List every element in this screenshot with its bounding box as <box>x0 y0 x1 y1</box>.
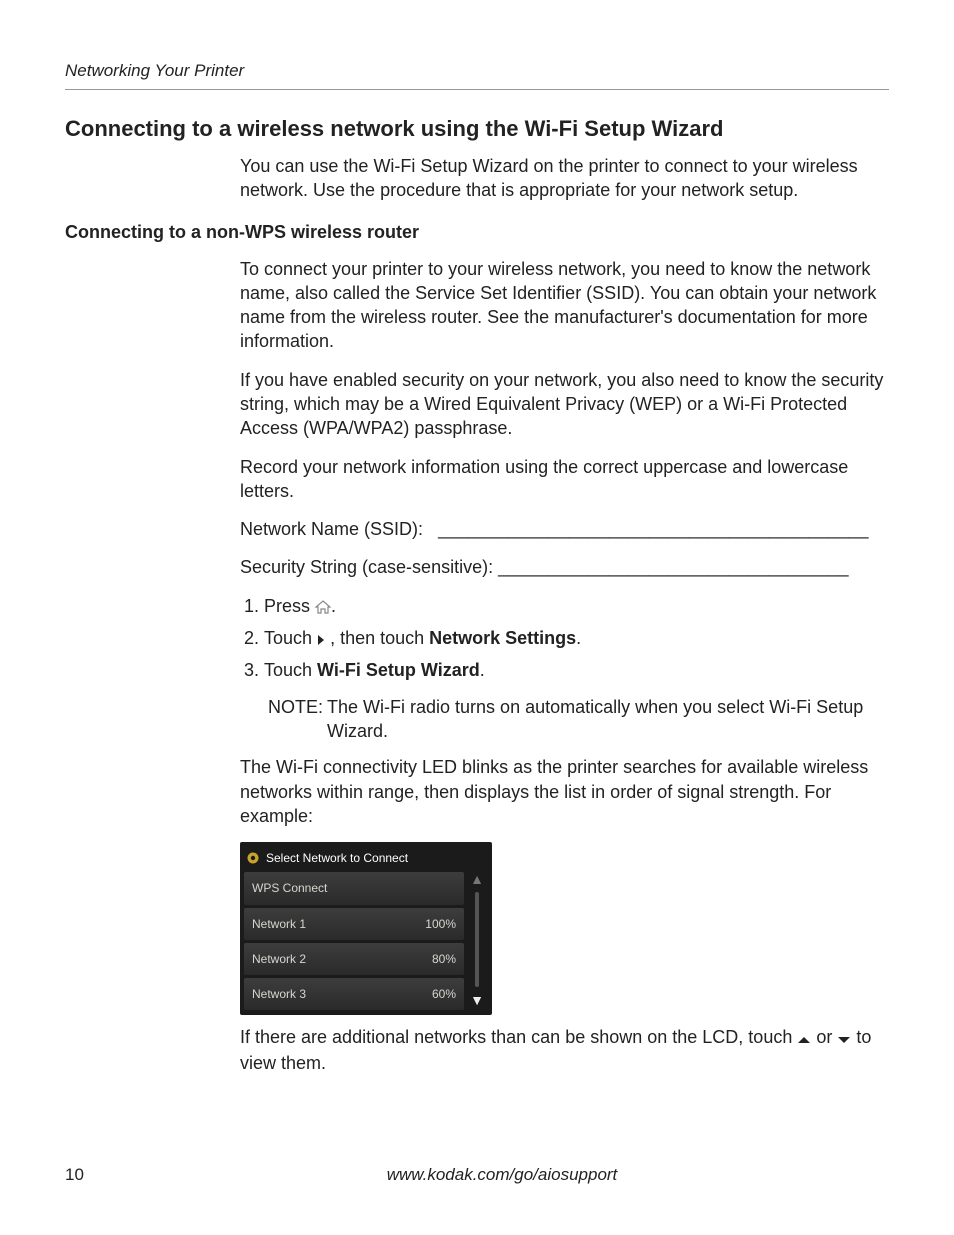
step-1: Press . <box>264 594 889 620</box>
lcd-row-wps: WPS Connect <box>244 872 464 904</box>
step-3-text-a: Touch <box>264 660 317 680</box>
step-3: Touch Wi-Fi Setup Wizard. <box>264 658 889 682</box>
ssid-label: Network Name (SSID): <box>240 519 423 539</box>
paragraph-more-networks: If there are additional networks than ca… <box>240 1025 889 1076</box>
header-rule <box>65 89 889 90</box>
lcd-row-name: Network 1 <box>252 916 306 932</box>
security-label: Security String (case-sensitive): <box>240 557 493 577</box>
step-1-text-a: Press <box>264 596 315 616</box>
p5-text-b: or <box>816 1027 837 1047</box>
lcd-row-signal: 100% <box>425 916 456 932</box>
lcd-screenshot: Select Network to Connect WPS Connect Ne… <box>240 842 492 1015</box>
note: NOTE: The Wi-Fi radio turns on automatic… <box>268 695 889 744</box>
lcd-row-signal: 60% <box>432 986 456 1002</box>
ssid-field-line: Network Name (SSID): ___________________… <box>240 517 889 541</box>
page-footer: 10 www.kodak.com/go/aiosupport <box>65 1164 889 1187</box>
step-2-text-c: . <box>576 628 581 648</box>
p5-text-a: If there are additional networks than ca… <box>240 1027 797 1047</box>
step-2-text-a: Touch <box>264 628 317 648</box>
lcd-row-net3: Network 3 60% <box>244 978 464 1010</box>
subsection-heading: Connecting to a non-WPS wireless router <box>65 220 889 244</box>
lcd-scroll-area: ▲ ▼ <box>464 846 488 1013</box>
step-3-text-b: . <box>480 660 485 680</box>
steps-list: Press . Touch , then touch Network Setti… <box>240 594 889 683</box>
lcd-row-name: Network 3 <box>252 986 306 1002</box>
intro-paragraph: You can use the Wi-Fi Setup Wizard on th… <box>240 154 889 203</box>
paragraph-led: The Wi-Fi connectivity LED blinks as the… <box>240 755 889 828</box>
down-triangle-icon <box>837 1027 851 1051</box>
section-heading: Connecting to a wireless network using t… <box>65 114 889 144</box>
step-3-bold: Wi-Fi Setup Wizard <box>317 660 480 680</box>
lcd-row-name: WPS Connect <box>252 880 327 896</box>
note-text: The Wi-Fi radio turns on automatically w… <box>327 695 889 744</box>
lcd-row-name: Network 2 <box>252 951 306 967</box>
security-blank: ___________________________________ <box>498 557 848 577</box>
lcd-scrollbar <box>475 892 479 987</box>
gear-icon <box>246 851 260 865</box>
step-2-bold: Network Settings <box>429 628 576 648</box>
lcd-title-text: Select Network to Connect <box>266 850 408 866</box>
lcd-row-net2: Network 2 80% <box>244 943 464 975</box>
step-1-text-b: . <box>331 596 336 616</box>
ssid-blank: ________________________________________… <box>438 519 868 539</box>
right-arrow-icon <box>317 628 325 652</box>
lcd-row-signal: 80% <box>432 951 456 967</box>
footer-url: www.kodak.com/go/aiosupport <box>115 1164 889 1187</box>
lcd-title-bar: Select Network to Connect <box>244 846 464 872</box>
paragraph-ssid-info: To connect your printer to your wireless… <box>240 257 889 354</box>
paragraph-security-info: If you have enabled security on your net… <box>240 368 889 441</box>
down-arrow-icon: ▼ <box>470 993 484 1007</box>
note-label: NOTE: <box>268 695 323 744</box>
step-2-text-b: , then touch <box>330 628 429 648</box>
security-field-line: Security String (case-sensitive): ______… <box>240 555 889 579</box>
lcd-row-net1: Network 1 100% <box>244 908 464 940</box>
up-triangle-icon <box>797 1027 811 1051</box>
running-head: Networking Your Printer <box>65 60 889 83</box>
paragraph-record-info: Record your network information using th… <box>240 455 889 504</box>
step-2: Touch , then touch Network Settings. <box>264 626 889 652</box>
up-arrow-icon: ▲ <box>470 872 484 886</box>
home-icon <box>315 596 331 620</box>
page-number: 10 <box>65 1164 115 1187</box>
